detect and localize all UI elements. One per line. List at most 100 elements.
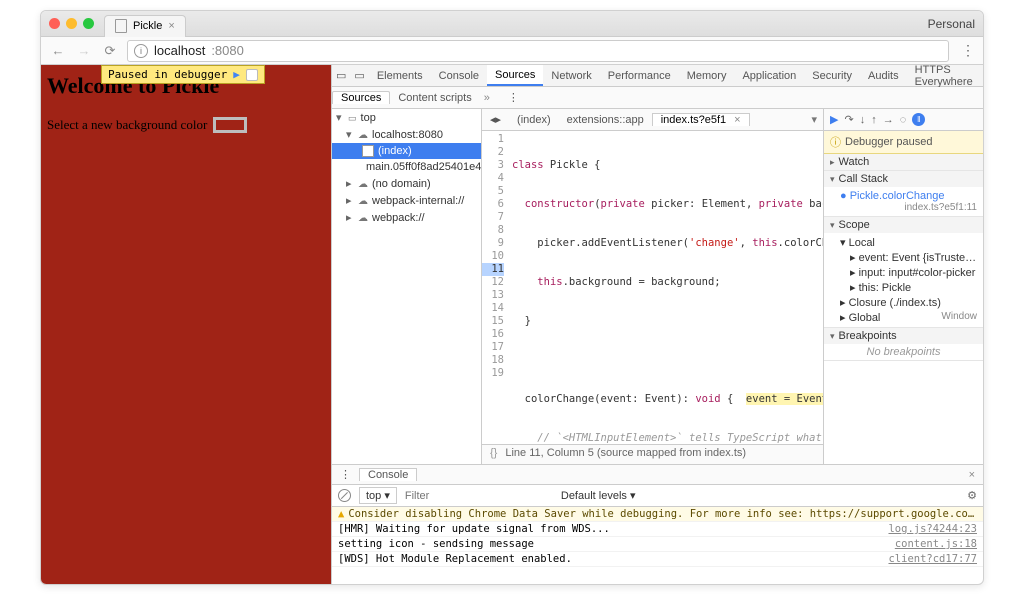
reload-button[interactable]: ⟳ bbox=[101, 42, 119, 60]
console-filter-bar: top ▾ Default levels ▾ ⚙ bbox=[332, 485, 983, 507]
devtools-panel-tabs: ▭ ▭ Elements Console Sources Network Per… bbox=[332, 65, 983, 87]
paused-overlay-text: Paused in debugger bbox=[108, 68, 227, 81]
console-row: [HMR] Waiting for update signal from WDS… bbox=[332, 522, 983, 537]
tab-elements[interactable]: Elements bbox=[369, 65, 431, 86]
code-status-bar: {}Line 11, Column 5 (source mapped from … bbox=[482, 444, 823, 464]
deactivate-breakpoints-button[interactable]: ◌ bbox=[900, 114, 907, 126]
scope-var-event[interactable]: ▸ event: Event {isTrusted: tru bbox=[830, 250, 977, 265]
context-select[interactable]: top ▾ bbox=[359, 487, 397, 504]
step-out-button[interactable]: ↑ bbox=[871, 114, 877, 126]
step-over-icon[interactable] bbox=[246, 69, 258, 81]
omnibox[interactable]: i localhost:8080 bbox=[127, 40, 949, 62]
drawer-tab-console[interactable]: Console bbox=[359, 468, 417, 481]
sources-body: ▾top ▾localhost:8080 (index) main.05ff0f… bbox=[332, 109, 983, 464]
warning-icon: ▲ bbox=[338, 508, 344, 520]
tree-file-index[interactable]: (index) bbox=[332, 143, 481, 159]
console-row-warning: ▲Consider disabling Chrome Data Saver wh… bbox=[332, 507, 983, 522]
call-stack-frame[interactable]: ● Pickle.colorChangeindex.ts?e5f1:11 bbox=[830, 189, 977, 214]
file-tree: ▾top ▾localhost:8080 (index) main.05ff0f… bbox=[332, 109, 482, 464]
tab-performance[interactable]: Performance bbox=[600, 65, 679, 86]
code-text: class Pickle { constructor(private picke… bbox=[508, 131, 823, 444]
issue-counts[interactable]: ▲1 bbox=[981, 70, 984, 82]
call-stack-section[interactable]: ▾Call Stack bbox=[824, 171, 983, 187]
address-port: :8080 bbox=[211, 43, 244, 58]
debugger-toolbar: ▶ ↷ ↓ ↑ → ◌ ‖ bbox=[824, 109, 983, 131]
log-level-select[interactable]: Default levels ▾ bbox=[555, 488, 642, 503]
file-tab-extensions[interactable]: extensions::app bbox=[559, 114, 652, 126]
info-icon: ⓘ bbox=[830, 134, 841, 150]
subtab-sources[interactable]: Sources bbox=[332, 91, 390, 104]
console-drawer-tabs: ⋮ Console × bbox=[332, 465, 983, 485]
scope-local[interactable]: ▾ Local bbox=[830, 235, 977, 250]
file-tab-index[interactable]: (index) bbox=[509, 114, 559, 126]
sources-sub-tabs: Sources Content scripts » ⋮ bbox=[332, 87, 983, 109]
forward-button: → bbox=[75, 42, 93, 60]
main-split: Paused in debugger ▶ Welcome to Pickle S… bbox=[41, 65, 983, 584]
code-body[interactable]: 12345678910111213141516171819 class Pick… bbox=[482, 131, 823, 444]
open-file-tabs: ◂▸ (index) extensions::app index.ts?e5f1… bbox=[482, 109, 823, 131]
tab-audits[interactable]: Audits bbox=[860, 65, 907, 86]
close-window-icon[interactable] bbox=[49, 18, 60, 29]
devtools: ▭ ▭ Elements Console Sources Network Per… bbox=[331, 65, 983, 584]
more-subtabs-icon[interactable]: » bbox=[480, 92, 494, 104]
console-row: [WDS] Hot Module Replacement enabled.cli… bbox=[332, 552, 983, 567]
console-settings-icon[interactable]: ⚙ bbox=[967, 489, 977, 502]
drawer-close-icon[interactable]: × bbox=[961, 469, 983, 481]
file-tab-indexts[interactable]: index.ts?e5f1× bbox=[652, 113, 750, 126]
tree-no-domain[interactable]: ▸(no domain) bbox=[332, 175, 481, 192]
tree-webpack[interactable]: ▸webpack:// bbox=[332, 209, 481, 226]
code-tabs-nav-icon[interactable]: ◂▸ bbox=[482, 113, 509, 126]
profile-label[interactable]: Personal bbox=[928, 17, 975, 31]
tree-file-main[interactable]: main.05ff0f8ad25401e409d6.b bbox=[332, 159, 481, 175]
console-filter-input[interactable] bbox=[405, 490, 547, 502]
color-input[interactable] bbox=[213, 117, 247, 133]
tab-memory[interactable]: Memory bbox=[679, 65, 735, 86]
tree-origin[interactable]: ▾localhost:8080 bbox=[332, 126, 481, 143]
drawer-menu-icon[interactable]: ⋮ bbox=[332, 468, 359, 481]
browser-window: Pickle × Personal ← → ⟳ i localhost:8080… bbox=[40, 10, 984, 585]
scope-closure[interactable]: ▸ Closure (./index.ts) bbox=[830, 295, 977, 310]
tree-top[interactable]: ▾top bbox=[332, 109, 481, 126]
scope-var-input[interactable]: ▸ input: input#color-picker bbox=[830, 265, 977, 280]
tree-webpack-internal[interactable]: ▸webpack-internal:// bbox=[332, 192, 481, 209]
tab-application[interactable]: Application bbox=[734, 65, 804, 86]
clear-console-icon[interactable] bbox=[338, 489, 351, 502]
device-toggle-icon[interactable]: ▭ bbox=[350, 65, 368, 86]
resume-button[interactable]: ▶ bbox=[830, 113, 838, 126]
window-controls bbox=[49, 18, 94, 29]
tab-sources[interactable]: Sources bbox=[487, 65, 543, 86]
step-into-button[interactable]: ↓ bbox=[860, 114, 866, 126]
watch-section[interactable]: ▸Watch bbox=[824, 154, 983, 170]
code-more-icon[interactable]: ▾ bbox=[805, 113, 823, 126]
tab-https-everywhere[interactable]: HTTPS Everywhere bbox=[907, 65, 981, 86]
debugger-side-pane: ▶ ↷ ↓ ↑ → ◌ ‖ ⓘDebugger paused ▸Watch ▾C… bbox=[823, 109, 983, 464]
back-button[interactable]: ← bbox=[49, 42, 67, 60]
site-info-icon[interactable]: i bbox=[134, 44, 148, 58]
resume-icon[interactable]: ▶ bbox=[233, 68, 240, 81]
scope-global[interactable]: ▸ GlobalWindow bbox=[830, 310, 977, 325]
breakpoints-empty: No breakpoints bbox=[824, 344, 983, 360]
close-tab-icon[interactable]: × bbox=[168, 20, 174, 32]
code-pane: ◂▸ (index) extensions::app index.ts?e5f1… bbox=[482, 109, 823, 464]
breakpoints-section[interactable]: ▾Breakpoints bbox=[824, 328, 983, 344]
scope-section[interactable]: ▾Scope bbox=[824, 217, 983, 233]
rendered-page: Paused in debugger ▶ Welcome to Pickle S… bbox=[41, 65, 331, 584]
color-picker-text: Select a new background color bbox=[47, 117, 207, 133]
subtab-content-scripts[interactable]: Content scripts bbox=[390, 92, 479, 104]
step-button[interactable]: → bbox=[883, 114, 894, 126]
pause-exceptions-button[interactable]: ‖ bbox=[912, 113, 925, 126]
tab-network[interactable]: Network bbox=[543, 65, 599, 86]
browser-menu-icon[interactable]: ⋮ bbox=[961, 42, 975, 59]
tab-title: Pickle bbox=[133, 20, 162, 32]
scope-var-this[interactable]: ▸ this: Pickle bbox=[830, 280, 977, 295]
subtabs-menu-icon[interactable]: ⋮ bbox=[500, 91, 527, 104]
console-log[interactable]: ▲Consider disabling Chrome Data Saver wh… bbox=[332, 507, 983, 584]
step-over-button[interactable]: ↷ bbox=[844, 113, 853, 126]
address-bar: ← → ⟳ i localhost:8080 ⋮ bbox=[41, 37, 983, 65]
browser-tab[interactable]: Pickle × bbox=[104, 15, 186, 37]
inspect-icon[interactable]: ▭ bbox=[332, 65, 350, 86]
tab-console[interactable]: Console bbox=[431, 65, 487, 86]
tab-security[interactable]: Security bbox=[804, 65, 860, 86]
minimize-window-icon[interactable] bbox=[66, 18, 77, 29]
maximize-window-icon[interactable] bbox=[83, 18, 94, 29]
